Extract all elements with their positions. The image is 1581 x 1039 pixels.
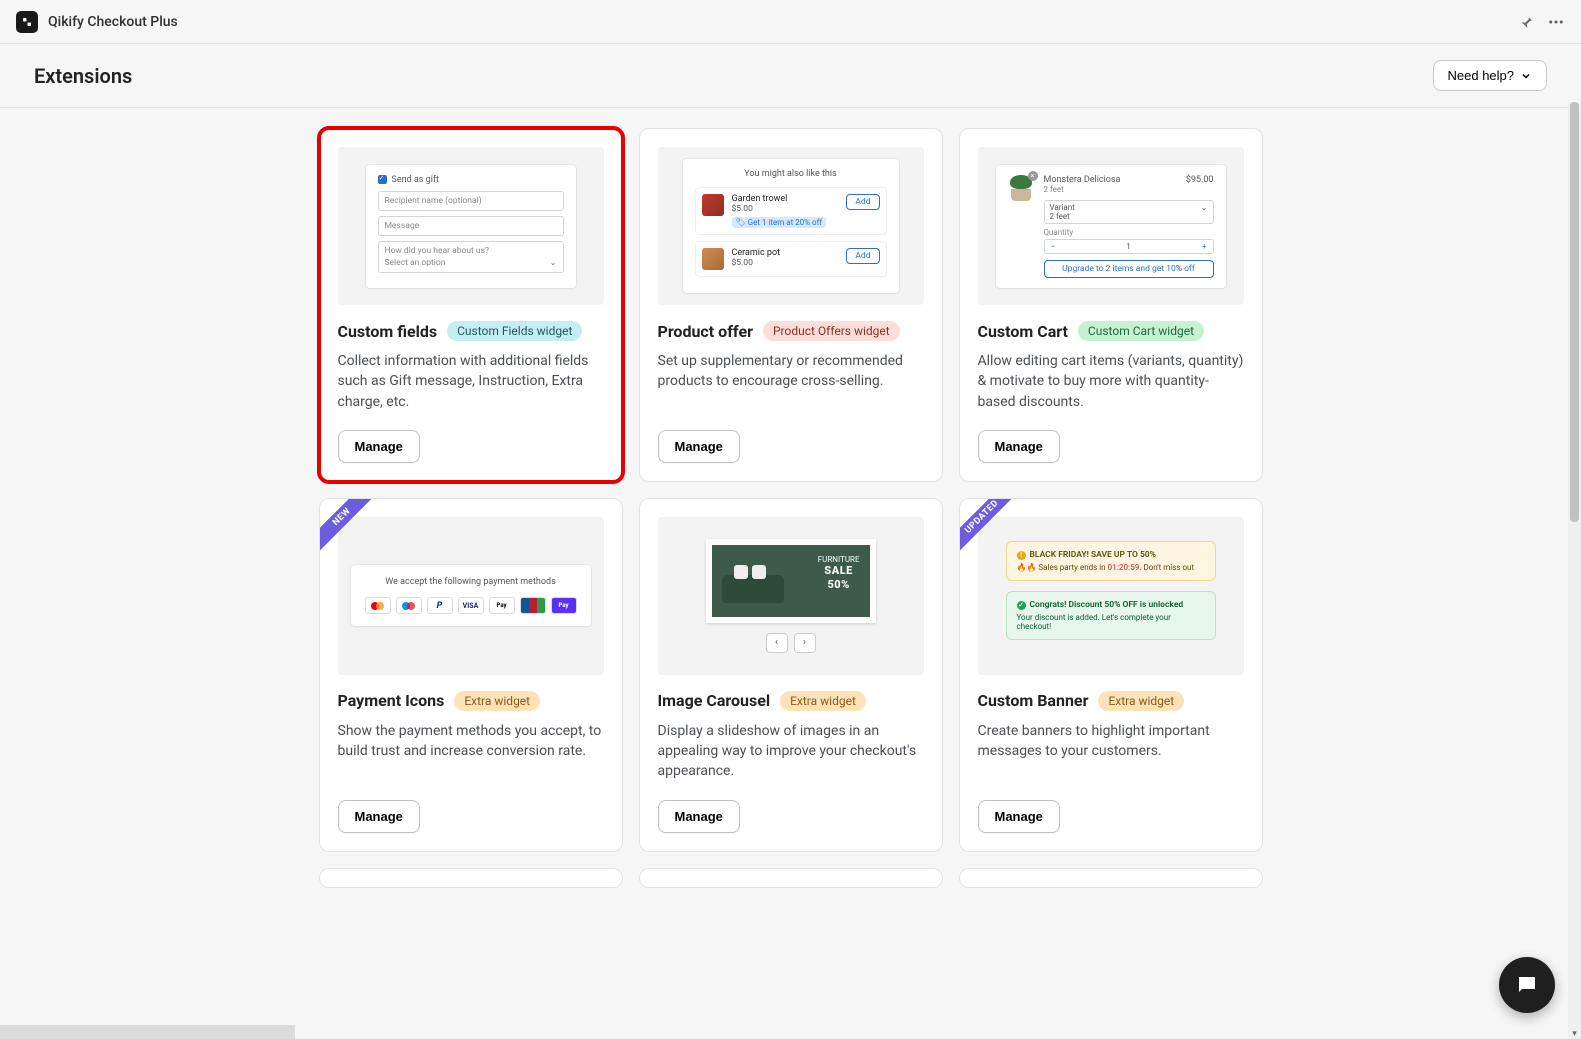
card-title: Payment Icons <box>338 691 445 710</box>
extension-card: NEW We accept the following payment meth… <box>319 498 623 852</box>
scrollbar-vertical[interactable]: ▴ ▾ <box>1568 102 1581 1039</box>
extension-card-stub <box>319 868 623 888</box>
card-title: Image Carousel <box>658 691 771 710</box>
scroll-down-icon[interactable]: ▾ <box>1570 1029 1579 1039</box>
extensions-grid: Send as gift Recipient name (optional)Me… <box>319 128 1263 888</box>
card-preview: We accept the following payment methods … <box>338 517 604 675</box>
manage-button[interactable]: Manage <box>658 800 740 833</box>
card-badge: Custom Fields widget <box>447 321 582 341</box>
page-header: Extensions Need help? <box>0 44 1581 108</box>
app-icon <box>16 11 38 33</box>
scrollbar-thumb[interactable] <box>1570 102 1579 522</box>
card-title: Custom Cart <box>978 322 1068 341</box>
help-label: Need help? <box>1448 68 1515 83</box>
manage-button[interactable]: Manage <box>338 430 420 463</box>
page-title: Extensions <box>34 64 132 88</box>
extension-card: UPDATED !BLACK FRIDAY! SAVE UP TO 50%🔥🔥 … <box>959 498 1263 852</box>
extension-card-stub <box>639 868 943 888</box>
app-title: Qikify Checkout Plus <box>48 14 178 30</box>
extension-card-stub <box>959 868 1263 888</box>
card-description: Collect information with additional fiel… <box>338 351 604 412</box>
pin-icon[interactable] <box>1517 13 1535 31</box>
card-preview: !BLACK FRIDAY! SAVE UP TO 50%🔥🔥 Sales pa… <box>978 517 1244 675</box>
card-description: Create banners to highlight important me… <box>978 721 1244 782</box>
card-badge: Extra widget <box>1098 691 1184 711</box>
card-preview: × Monstera Deliciosa$95.00 2 feet Varian… <box>978 147 1244 305</box>
card-preview: Send as gift Recipient name (optional)Me… <box>338 147 604 305</box>
topbar: Qikify Checkout Plus <box>0 0 1581 44</box>
card-preview: You might also like this Garden trowel$5… <box>658 147 924 305</box>
chat-icon <box>1515 973 1539 997</box>
card-title: Custom fields <box>338 322 438 341</box>
card-badge: Extra widget <box>780 691 866 711</box>
scrollbar-horizontal-thumb[interactable] <box>0 1025 295 1039</box>
card-title: Custom Banner <box>978 691 1089 710</box>
card-description: Show the payment methods you accept, to … <box>338 721 604 782</box>
manage-button[interactable]: Manage <box>338 800 420 833</box>
manage-button[interactable]: Manage <box>978 800 1060 833</box>
card-description: Display a slideshow of images in an appe… <box>658 721 924 782</box>
more-icon[interactable] <box>1547 13 1565 31</box>
extension-card: You might also like this Garden trowel$5… <box>639 128 943 482</box>
manage-button[interactable]: Manage <box>658 430 740 463</box>
chat-fab[interactable] <box>1499 957 1555 1013</box>
card-badge: Product Offers widget <box>763 321 900 341</box>
extension-card: × Monstera Deliciosa$95.00 2 feet Varian… <box>959 128 1263 482</box>
card-preview: FURNITURESALE50% ‹› <box>658 517 924 675</box>
chevron-down-icon <box>1520 70 1532 82</box>
card-badge: Extra widget <box>454 691 540 711</box>
card-title: Product offer <box>658 322 753 341</box>
help-button[interactable]: Need help? <box>1433 60 1548 91</box>
manage-button[interactable]: Manage <box>978 430 1060 463</box>
extension-card: FURNITURESALE50% ‹› Image Carousel Extra… <box>639 498 943 852</box>
card-badge: Custom Cart widget <box>1078 321 1204 341</box>
extension-card: Send as gift Recipient name (optional)Me… <box>319 128 623 482</box>
card-description: Allow editing cart items (variants, quan… <box>978 351 1244 412</box>
card-description: Set up supplementary or recommended prod… <box>658 351 924 412</box>
